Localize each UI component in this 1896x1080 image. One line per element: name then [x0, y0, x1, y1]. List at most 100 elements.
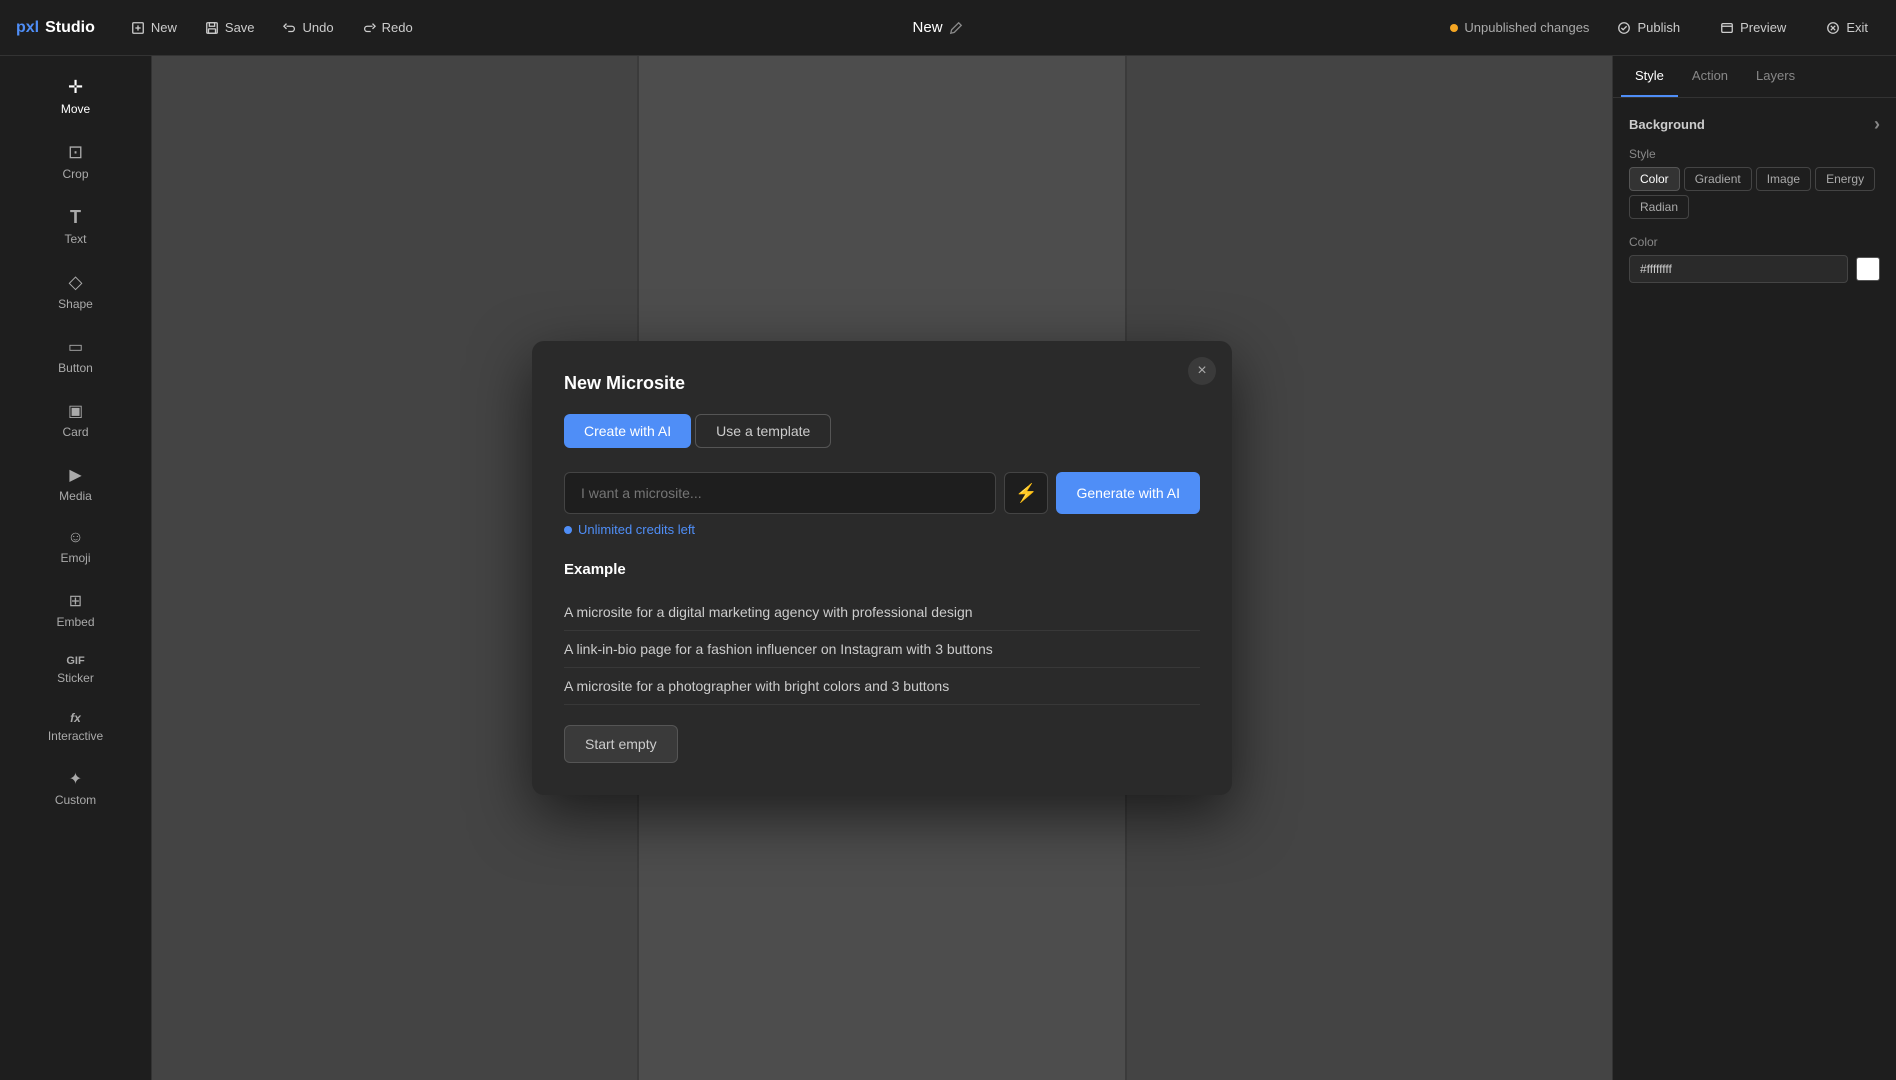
exit-label: Exit [1846, 20, 1868, 35]
card-icon: ▣ [68, 401, 83, 421]
color-hex-input[interactable] [1629, 255, 1848, 283]
publish-icon [1617, 21, 1631, 35]
topbar: pxl Studio New Save Undo Redo New Unpubl… [0, 0, 1896, 56]
status-dot [1450, 24, 1458, 32]
sidebar-item-move[interactable]: ✛ Move [8, 65, 143, 128]
start-empty-button[interactable]: Start empty [564, 725, 678, 763]
tab-action[interactable]: Action [1678, 56, 1742, 97]
sidebar-item-crop[interactable]: ⊡ Crop [8, 130, 143, 193]
button-icon: ▭ [68, 337, 83, 357]
sticker-icon: GIF [66, 655, 84, 667]
input-row: ⚡ Generate with AI [564, 472, 1200, 514]
preview-icon [1720, 21, 1734, 35]
sidebar-item-custom[interactable]: ✦ Custom [8, 757, 143, 819]
style-tab-radiant[interactable]: Radian [1629, 195, 1689, 219]
modal-overlay: × New Microsite Create with AI Use a tem… [152, 56, 1612, 1080]
redo-label: Redo [382, 20, 413, 35]
embed-icon: ⊞ [69, 591, 82, 611]
sidebar-item-interactive-label: Interactive [48, 729, 103, 743]
app-logo: pxl Studio [16, 19, 95, 37]
tab-layers[interactable]: Layers [1742, 56, 1809, 97]
style-section-label: Style [1629, 147, 1880, 161]
modal-close-button[interactable]: × [1188, 357, 1216, 385]
new-icon [131, 21, 145, 35]
sidebar-item-button[interactable]: ▭ Button [8, 325, 143, 387]
sidebar-item-media[interactable]: ▶ Media [8, 453, 143, 515]
sidebar-item-move-label: Move [61, 102, 90, 116]
logo-studio: Studio [45, 19, 95, 37]
topbar-center: New [425, 19, 1451, 36]
sidebar-item-card-label: Card [62, 425, 88, 439]
crop-icon: ⊡ [68, 142, 83, 163]
canvas-area: × New Microsite Create with AI Use a tem… [152, 56, 1612, 1080]
sidebar-item-sticker-label: Sticker [57, 671, 94, 685]
move-icon: ✛ [68, 77, 83, 98]
style-tab-image[interactable]: Image [1756, 167, 1811, 191]
logo-px: pxl [16, 19, 39, 37]
save-label: Save [225, 20, 255, 35]
credits-label: Unlimited credits left [578, 522, 695, 537]
sidebar-item-sticker[interactable]: GIF Sticker [8, 643, 143, 697]
redo-button[interactable]: Redo [350, 14, 425, 41]
color-input-row [1629, 255, 1880, 283]
style-tab-gradient[interactable]: Gradient [1684, 167, 1752, 191]
media-icon: ▶ [69, 465, 81, 485]
text-icon: T [70, 207, 81, 228]
sidebar: ✛ Move ⊡ Crop T Text ◇ Shape ▭ Button ▣ … [0, 56, 152, 1080]
save-button[interactable]: Save [193, 14, 267, 41]
sidebar-item-custom-label: Custom [55, 793, 96, 807]
use-template-tab[interactable]: Use a template [695, 414, 831, 448]
sidebar-item-crop-label: Crop [62, 167, 88, 181]
preview-button[interactable]: Preview [1708, 14, 1798, 41]
undo-icon [283, 21, 297, 35]
background-label: Background [1629, 117, 1705, 132]
new-microsite-modal: × New Microsite Create with AI Use a tem… [532, 341, 1232, 795]
edit-icon[interactable] [949, 21, 963, 35]
style-tab-energy[interactable]: Energy [1815, 167, 1875, 191]
redo-icon [362, 21, 376, 35]
exit-button[interactable]: Exit [1814, 14, 1880, 41]
sidebar-item-embed[interactable]: ⊞ Embed [8, 579, 143, 641]
unpublished-badge: Unpublished changes [1450, 20, 1589, 35]
topbar-right: Unpublished changes Publish Preview Exit [1450, 14, 1880, 41]
sidebar-item-card[interactable]: ▣ Card [8, 389, 143, 451]
page-title-text: New [913, 19, 943, 36]
publish-button[interactable]: Publish [1605, 14, 1692, 41]
interactive-icon: fx [70, 711, 81, 725]
background-section-title: Background › [1629, 114, 1880, 135]
undo-button[interactable]: Undo [271, 14, 346, 41]
emoji-icon: ☺ [67, 529, 83, 547]
topbar-actions: New Save Undo Redo [119, 14, 425, 41]
modal-title: New Microsite [564, 373, 1200, 394]
sidebar-item-text[interactable]: T Text [8, 195, 143, 258]
undo-label: Undo [303, 20, 334, 35]
modal-tabs: Create with AI Use a template [564, 414, 1200, 448]
save-icon [205, 21, 219, 35]
sidebar-item-shape-label: Shape [58, 297, 93, 311]
example-item-2[interactable]: A link-in-bio page for a fashion influen… [564, 631, 1200, 668]
new-label: New [151, 20, 177, 35]
sidebar-item-emoji[interactable]: ☺ Emoji [8, 517, 143, 577]
color-swatch[interactable] [1856, 257, 1880, 281]
generate-with-ai-button[interactable]: Generate with AI [1056, 472, 1200, 514]
preview-label: Preview [1740, 20, 1786, 35]
microsite-prompt-input[interactable] [564, 472, 996, 514]
credits-dot [564, 526, 572, 534]
style-tab-color[interactable]: Color [1629, 167, 1680, 191]
example-item-1[interactable]: A microsite for a digital marketing agen… [564, 594, 1200, 631]
chevron-down-icon: › [1874, 114, 1880, 135]
lightning-button[interactable]: ⚡ [1004, 472, 1048, 514]
sidebar-item-text-label: Text [64, 232, 86, 246]
sidebar-item-shape[interactable]: ◇ Shape [8, 260, 143, 323]
example-item-3[interactable]: A microsite for a photographer with brig… [564, 668, 1200, 705]
right-panel: Style Action Layers Background › Style C… [1612, 56, 1896, 1080]
create-with-ai-tab[interactable]: Create with AI [564, 414, 691, 448]
sidebar-item-button-label: Button [58, 361, 93, 375]
new-button[interactable]: New [119, 14, 189, 41]
sidebar-item-interactive[interactable]: fx Interactive [8, 699, 143, 755]
sidebar-item-emoji-label: Emoji [60, 551, 90, 565]
exit-icon [1826, 21, 1840, 35]
credits-info: Unlimited credits left [564, 522, 1200, 537]
right-panel-tabs: Style Action Layers [1613, 56, 1896, 98]
tab-style[interactable]: Style [1621, 56, 1678, 97]
